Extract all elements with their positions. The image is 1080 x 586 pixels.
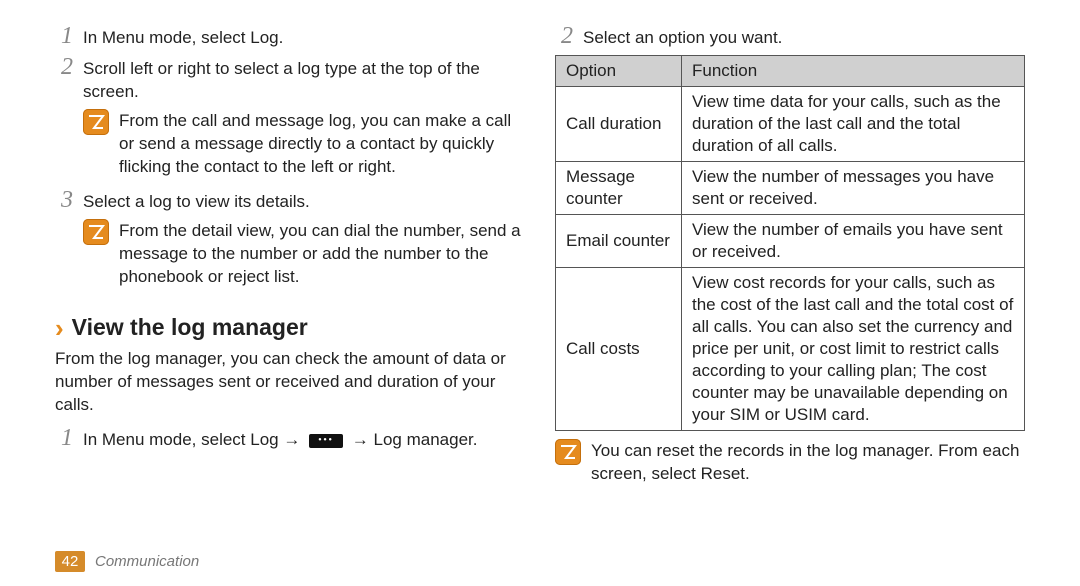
table-row: Email counter View the number of emails …: [556, 215, 1025, 268]
section-heading: › View the log manager: [55, 314, 525, 341]
note-text: You can reset the records in the log man…: [591, 439, 1025, 485]
step-number: 1: [55, 426, 73, 450]
table-row: Call duration View time data for your ca…: [556, 87, 1025, 162]
note-icon: [83, 219, 109, 245]
step-2: 2 Scroll left or right to select a log t…: [55, 55, 525, 103]
cell-function: View cost records for your calls, such a…: [682, 268, 1025, 431]
cell-function: View the number of messages you have sen…: [682, 162, 1025, 215]
nav-step: 1 In Menu mode, select Log → → Log manag…: [55, 426, 525, 451]
cell-option: Call duration: [556, 87, 682, 162]
footer: 42 Communication: [55, 551, 199, 572]
note-block: You can reset the records in the log man…: [555, 439, 1025, 485]
nav-pre: In Menu mode, select Log →: [83, 430, 305, 449]
note-icon: [83, 109, 109, 135]
step-number: 1: [55, 24, 73, 48]
step-3: 3 Select a log to view its details.: [55, 188, 525, 213]
note-icon: [555, 439, 581, 465]
step-number: 2: [555, 24, 573, 48]
page-number: 42: [55, 551, 85, 572]
nav-post: → Log manager.: [352, 430, 478, 449]
page: 1 In Menu mode, select Log. 2 Scroll lef…: [0, 0, 1080, 586]
note-text: From the call and message log, you can m…: [119, 109, 525, 178]
cell-option: Email counter: [556, 215, 682, 268]
right-column: 2 Select an option you want. Option Func…: [555, 24, 1025, 576]
left-column: 1 In Menu mode, select Log. 2 Scroll lef…: [55, 24, 525, 576]
note-text: From the detail view, you can dial the n…: [119, 219, 525, 288]
menu-key-icon: [309, 434, 343, 448]
step-text: In Menu mode, select Log.: [83, 24, 283, 49]
step-number: 3: [55, 188, 73, 212]
section-title: View the log manager: [72, 314, 308, 341]
chevron-icon: ›: [55, 318, 64, 338]
cell-option: Call costs: [556, 268, 682, 431]
step-text: In Menu mode, select Log → → Log manager…: [83, 426, 478, 451]
footer-section: Communication: [95, 553, 199, 570]
step-1: 1 In Menu mode, select Log.: [55, 24, 525, 49]
note-block: From the call and message log, you can m…: [83, 109, 525, 178]
step-number: 2: [55, 55, 73, 79]
step-text: Scroll left or right to select a log typ…: [83, 55, 525, 103]
cell-option: Message counter: [556, 162, 682, 215]
table-row: Message counter View the number of messa…: [556, 162, 1025, 215]
cell-function: View time data for your calls, such as t…: [682, 87, 1025, 162]
step-2-right: 2 Select an option you want.: [555, 24, 1025, 49]
table-row: Call costs View cost records for your ca…: [556, 268, 1025, 431]
col-option: Option: [556, 56, 682, 87]
cell-function: View the number of emails you have sent …: [682, 215, 1025, 268]
step-text: Select a log to view its details.: [83, 188, 310, 213]
table-header-row: Option Function: [556, 56, 1025, 87]
options-table: Option Function Call duration View time …: [555, 55, 1025, 431]
note-block: From the detail view, you can dial the n…: [83, 219, 525, 288]
step-text: Select an option you want.: [583, 24, 782, 49]
section-intro: From the log manager, you can check the …: [55, 347, 525, 416]
col-function: Function: [682, 56, 1025, 87]
